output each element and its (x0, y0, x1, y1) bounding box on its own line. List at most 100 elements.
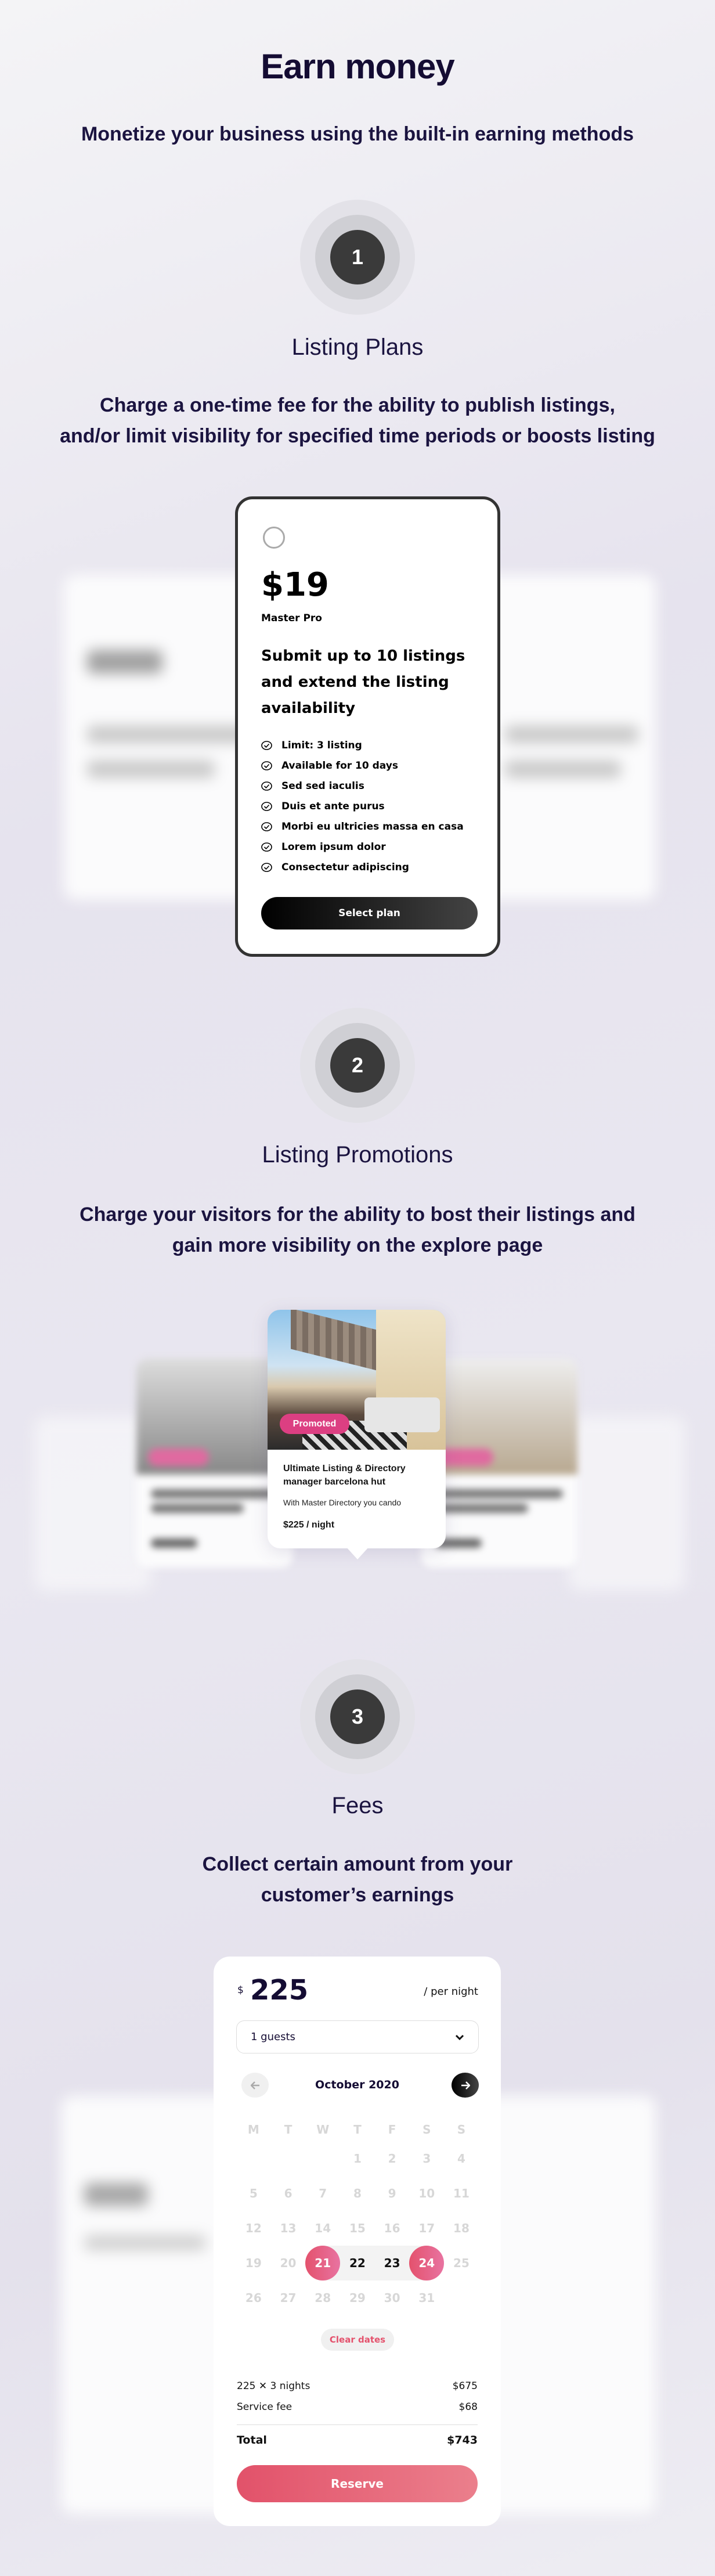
section-title: Listing Promotions (262, 1142, 453, 1168)
feature-item: Morbi eu ultricies massa en casa (261, 816, 464, 837)
plan-heading: Submit up to 10 listings and extend the … (261, 647, 465, 717)
total-line: Total $743 (237, 2434, 478, 2447)
step-badge-2: 2 (300, 1008, 415, 1123)
week-row: 1234 (236, 2141, 479, 2176)
next-month-button[interactable] (452, 2073, 479, 2098)
feature-label: Available for 10 days (281, 759, 398, 772)
section-description: Charge a one-time fee for the ability to… (0, 390, 715, 452)
line-label: Service fee (237, 2401, 292, 2413)
feature-item: Available for 10 days (261, 755, 464, 776)
calendar-empty (271, 2141, 306, 2176)
calendar-day[interactable]: 26 (236, 2280, 271, 2315)
listing-price: $225 / night (283, 1520, 335, 1530)
desc-line: Charge a one-time fee for the ability to… (100, 394, 615, 416)
blurred-promo-card-far-left (35, 1417, 151, 1591)
plan-radio[interactable] (263, 527, 285, 549)
feature-label: Morbi eu ultricies massa en casa (281, 820, 464, 833)
feature-label: Sed sed iaculis (281, 780, 364, 792)
arrow-right-icon (461, 2081, 470, 2089)
calendar-day[interactable]: 20 (271, 2246, 306, 2280)
check-circle-icon (261, 842, 272, 852)
step-number: 2 (330, 1038, 385, 1093)
select-plan-button[interactable]: Select plan (261, 897, 478, 929)
line-label: 225 ✕ 3 nights (237, 2380, 310, 2392)
step-number: 1 (330, 230, 385, 284)
line-value: $675 (452, 2380, 478, 2392)
guests-value: 1 guests (251, 2031, 295, 2043)
calendar-day[interactable]: 24 (409, 2246, 445, 2280)
total-value: $743 (447, 2434, 478, 2447)
currency-symbol: $ (237, 1984, 244, 1996)
reserve-button[interactable]: Reserve (237, 2465, 478, 2502)
section-description: Collect certain amount from your custome… (0, 1849, 715, 1911)
section-title: Listing Plans (291, 334, 424, 360)
calendar-day[interactable]: 30 (375, 2280, 410, 2315)
page-title: Earn money (261, 47, 454, 86)
check-circle-icon (261, 740, 272, 750)
calendar-day[interactable]: 5 (236, 2176, 271, 2211)
blurred-promo-card-far-right (569, 1417, 685, 1591)
calendar-day[interactable]: 1 (340, 2141, 375, 2176)
feature-item: Sed sed iaculis (261, 776, 464, 796)
calendar-grid: M T W T F S S 1 2 3 4 5 6 7 8 9 10 11 12 13 14 15 16 17 18 19 20 21… (236, 2118, 479, 2315)
guests-select[interactable]: 1 guests (236, 2020, 479, 2053)
plan-name: Master Pro (261, 613, 322, 624)
calendar-day[interactable]: 2 (375, 2141, 410, 2176)
page-subtitle: Monetize your business using the built-i… (81, 123, 634, 145)
step-number: 3 (330, 1689, 385, 1744)
check-circle-icon (261, 862, 272, 872)
calendar-day[interactable]: 27 (271, 2280, 306, 2315)
chevron-down-icon (455, 2034, 464, 2040)
booking-widget: $ 225 / per night 1 guests October 2020 … (214, 1957, 501, 2526)
calendar-day[interactable]: 22 (340, 2246, 375, 2280)
step-badge-3: 3 (300, 1659, 415, 1774)
check-circle-icon (261, 761, 272, 770)
line-value: $68 (458, 2401, 478, 2413)
price-line: 225 ✕ 3 nights $675 (237, 2380, 478, 2392)
feature-item: Limit: 3 listing (261, 735, 464, 755)
calendar-day[interactable]: 23 (374, 2246, 410, 2280)
feature-label: Consectetur adipiscing (281, 861, 409, 873)
feature-label: Lorem ipsum dolor (281, 841, 386, 853)
week-row: 12 13 14 15 16 17 18 (236, 2211, 479, 2246)
week-row: 5 6 7 8 9 10 11 (236, 2176, 479, 2211)
card-pointer (346, 1547, 369, 1559)
week-row: 26 27 28 29 30 31 (236, 2280, 479, 2315)
calendar-day[interactable]: 10 (409, 2176, 444, 2211)
calendar-day[interactable]: 3 (409, 2141, 444, 2176)
calendar-day[interactable]: 14 (305, 2211, 340, 2246)
weekday-row: MTWTFSS (236, 2118, 479, 2141)
check-circle-icon (261, 822, 272, 831)
calendar-day[interactable]: 21 (305, 2246, 341, 2280)
total-label: Total (237, 2434, 267, 2447)
calendar-empty (444, 2280, 479, 2315)
calendar-day[interactable]: 16 (375, 2211, 410, 2246)
listing-description: With Master Directory you cando (283, 1498, 402, 1507)
calendar-day[interactable]: 17 (409, 2211, 444, 2246)
desc-line: gain more visibility on the explore page (172, 1234, 543, 1256)
listing-title[interactable]: Ultimate Listing & Directory manager bar… (283, 1462, 440, 1489)
calendar-day[interactable]: 19 (236, 2246, 271, 2280)
plan-card[interactable]: $19 Master Pro Submit up to 10 listings … (235, 496, 500, 957)
calendar-day[interactable]: 15 (340, 2211, 375, 2246)
clear-dates-button[interactable]: Clear dates (321, 2329, 394, 2351)
desc-line: Charge your visitors for the ability to … (80, 1204, 635, 1226)
calendar-day[interactable]: 13 (271, 2211, 306, 2246)
calendar-day[interactable]: 31 (409, 2280, 444, 2315)
calendar-day[interactable]: 4 (444, 2141, 479, 2176)
calendar-day[interactable]: 28 (305, 2280, 340, 2315)
calendar-day[interactable]: 9 (375, 2176, 410, 2211)
calendar-day[interactable]: 18 (444, 2211, 479, 2246)
calendar-day[interactable]: 8 (340, 2176, 375, 2211)
week-row: 19 20 21 22 23 24 25 (236, 2246, 479, 2280)
divider (237, 2424, 478, 2425)
calendar-day[interactable]: 25 (444, 2246, 479, 2280)
per-night-label: / per night (424, 1986, 478, 1998)
check-circle-icon (261, 801, 272, 811)
calendar-day[interactable]: 29 (340, 2280, 375, 2315)
calendar-day[interactable]: 11 (444, 2176, 479, 2211)
calendar-day[interactable]: 6 (271, 2176, 306, 2211)
promoted-listing-card[interactable]: Promoted Ultimate Listing & Directory ma… (268, 1310, 446, 1559)
calendar-day[interactable]: 12 (236, 2211, 271, 2246)
calendar-day[interactable]: 7 (305, 2176, 340, 2211)
